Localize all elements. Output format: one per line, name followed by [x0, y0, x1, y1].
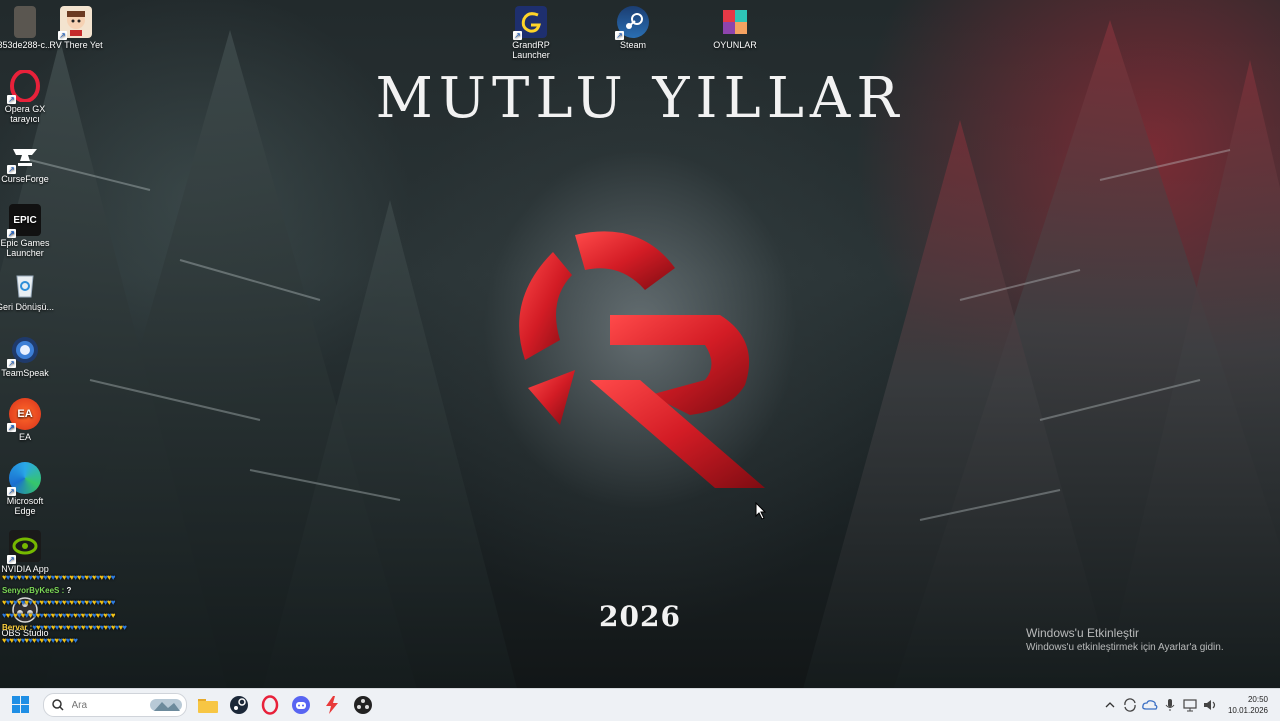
taskbar-search[interactable]	[42, 693, 187, 717]
grandrp-icon: ↗	[513, 6, 547, 40]
taskbar-bolt-app[interactable]	[319, 692, 345, 718]
chat-line: ♥♥♥♥♥♥♥♥♥♥♥♥♥♥♥♥♥♥♥♥	[2, 635, 78, 645]
sync-icon	[1124, 698, 1136, 712]
taskbar-clock[interactable]: 20:50 10.01.2026	[1228, 694, 1268, 716]
desktop-icon-curseforge[interactable]: ↗ CurseForge	[0, 140, 55, 184]
taskbar-file-explorer[interactable]	[195, 692, 221, 718]
tray-cloud-button[interactable]	[1141, 696, 1159, 714]
windows-activation-watermark: Windows'u Etkinleştir Windows'u etkinleş…	[1026, 626, 1224, 653]
mouse-cursor-icon	[755, 502, 767, 520]
steam-icon: ↗	[615, 6, 649, 40]
chat-line: SenyorByKeeS : ?	[2, 585, 302, 598]
search-input[interactable]	[69, 698, 154, 712]
desktop-icon-grandrp-launcher[interactable]: ↗ GrandRP Launcher	[501, 6, 561, 60]
desktop-icon-label: Steam	[619, 40, 646, 50]
desktop-icon-oyunlar[interactable]: OYUNLAR	[705, 6, 765, 50]
teamspeak-icon: ↗	[7, 334, 41, 368]
steam-icon	[230, 696, 248, 714]
chat-message: ?	[64, 585, 72, 595]
tray-overflow-button[interactable]	[1101, 696, 1119, 714]
file-explorer-icon	[198, 699, 218, 713]
desktop-icon-recycle-bin[interactable]: Geri Dönüşü...	[0, 268, 55, 312]
microphone-icon	[1165, 699, 1175, 711]
clock-date: 10.01.2026	[1227, 706, 1268, 715]
desktop-icon-label: CurseForge	[1, 174, 49, 184]
desktop-icon-label: Geri Dönüşü...	[0, 302, 55, 312]
activation-title: Windows'u Etkinleştir	[1026, 626, 1139, 640]
search-highlight-icon	[149, 699, 182, 711]
curseforge-icon: ↗	[7, 140, 41, 174]
wallpaper-greeting: MUTLU YILLAR	[375, 66, 905, 131]
stream-chat-overlay: ♥♥♥♥♥♥♥♥♥♥♥♥♥♥♥♥♥♥♥♥♥♥♥♥♥♥♥♥♥♥ SenyorByK…	[2, 572, 302, 647]
activation-subtitle: Windows'u etkinleştirmek için Ayarlar'a …	[1026, 642, 1224, 653]
desktop-icon-rv-there-yet[interactable]: ↗ RV There Yet	[46, 6, 106, 50]
desktop-icon-opera-gx[interactable]: ↗ Opera GX tarayıcı	[0, 70, 55, 124]
desktop-icon-steam[interactable]: ↗ Steam	[603, 6, 663, 50]
desktop-icon-ea[interactable]: EA ↗ EA	[0, 398, 55, 442]
desktop-icon-teamspeak[interactable]: ↗ TeamSpeak	[0, 334, 55, 378]
obs-icon	[354, 696, 372, 714]
tray-microphone-button[interactable]	[1161, 696, 1179, 714]
ea-icon: EA ↗	[7, 398, 41, 432]
chat-username: SenyorByKeeS :	[2, 585, 65, 595]
epic-games-icon: EPIC ↗	[7, 204, 41, 238]
desktop-icon-label: Epic Games Launcher	[0, 238, 50, 258]
taskbar-opera-gx[interactable]	[257, 692, 283, 718]
discord-icon	[292, 696, 310, 714]
taskbar-discord[interactable]	[288, 692, 314, 718]
cloud-icon	[1142, 700, 1158, 710]
chat-line: ♥♥♥♥♥♥♥♥♥♥♥♥♥♥♥♥♥♥♥♥♥♥♥♥♥♥♥♥♥♥	[2, 610, 115, 620]
recycle-bin-icon	[9, 268, 41, 300]
desktop-icon-label: GrandRP Launcher	[512, 40, 550, 60]
folder-games-icon	[719, 6, 751, 38]
chat-line: ♥♥♥♥♥♥♥♥♥♥♥♥♥♥♥♥♥♥♥♥♥♥♥♥♥♥♥♥♥♥	[2, 598, 115, 607]
edge-icon: ↗	[7, 462, 41, 496]
start-icon	[12, 696, 29, 713]
desktop-icon-nvidia-app[interactable]: ↗ NVIDIA App	[0, 530, 55, 574]
desktop-icon-microsoft-edge[interactable]: ↗ Microsoft Edge	[0, 462, 55, 516]
opera-gx-icon: ↗	[7, 70, 41, 104]
taskbar: 20:50 10.01.2026	[0, 688, 1280, 721]
nvidia-icon: ↗	[7, 530, 41, 564]
chat-username: Bervar :	[2, 623, 33, 632]
desktop-icon-label: Microsoft Edge	[6, 496, 44, 516]
network-icon	[1183, 699, 1197, 712]
desktop-icon-label: EA	[18, 432, 31, 442]
tray-sync-button[interactable]	[1121, 696, 1139, 714]
chevron-up-icon	[1105, 702, 1115, 708]
desktop-icon-epic-games[interactable]: EPIC ↗ Epic Games Launcher	[0, 204, 55, 258]
system-tray: 20:50 10.01.2026	[1100, 689, 1280, 721]
start-button[interactable]	[8, 692, 34, 718]
tray-volume-button[interactable]	[1201, 696, 1219, 714]
server-logo	[519, 231, 765, 488]
desktop-icon-label: OYUNLAR	[713, 40, 757, 50]
rv-there-yet-game-icon: ↗	[58, 6, 92, 40]
volume-icon	[1203, 700, 1216, 710]
image-file-icon	[14, 6, 36, 38]
clock-time: 20:50	[1247, 695, 1268, 704]
taskbar-steam[interactable]	[226, 692, 252, 718]
chat-line: ♥♥♥♥♥♥♥♥♥♥♥♥♥♥♥♥♥♥♥♥♥♥♥♥♥♥♥♥♥♥	[2, 573, 115, 582]
tray-network-button[interactable]	[1181, 696, 1199, 714]
search-icon	[51, 699, 64, 711]
desktop-icon-label: RV There Yet	[49, 40, 103, 50]
bolt-app-icon	[326, 696, 338, 714]
desktop-icon-label: Opera GX tarayıcı	[4, 104, 46, 124]
opera-gx-icon	[261, 695, 279, 715]
chat-line: Bervar :♥♥♥♥♥♥♥♥♥♥♥♥♥♥♥♥♥♥♥♥♥♥♥♥♥	[2, 623, 127, 632]
desktop-icon-label: TeamSpeak	[1, 368, 49, 378]
taskbar-obs[interactable]	[350, 692, 376, 718]
